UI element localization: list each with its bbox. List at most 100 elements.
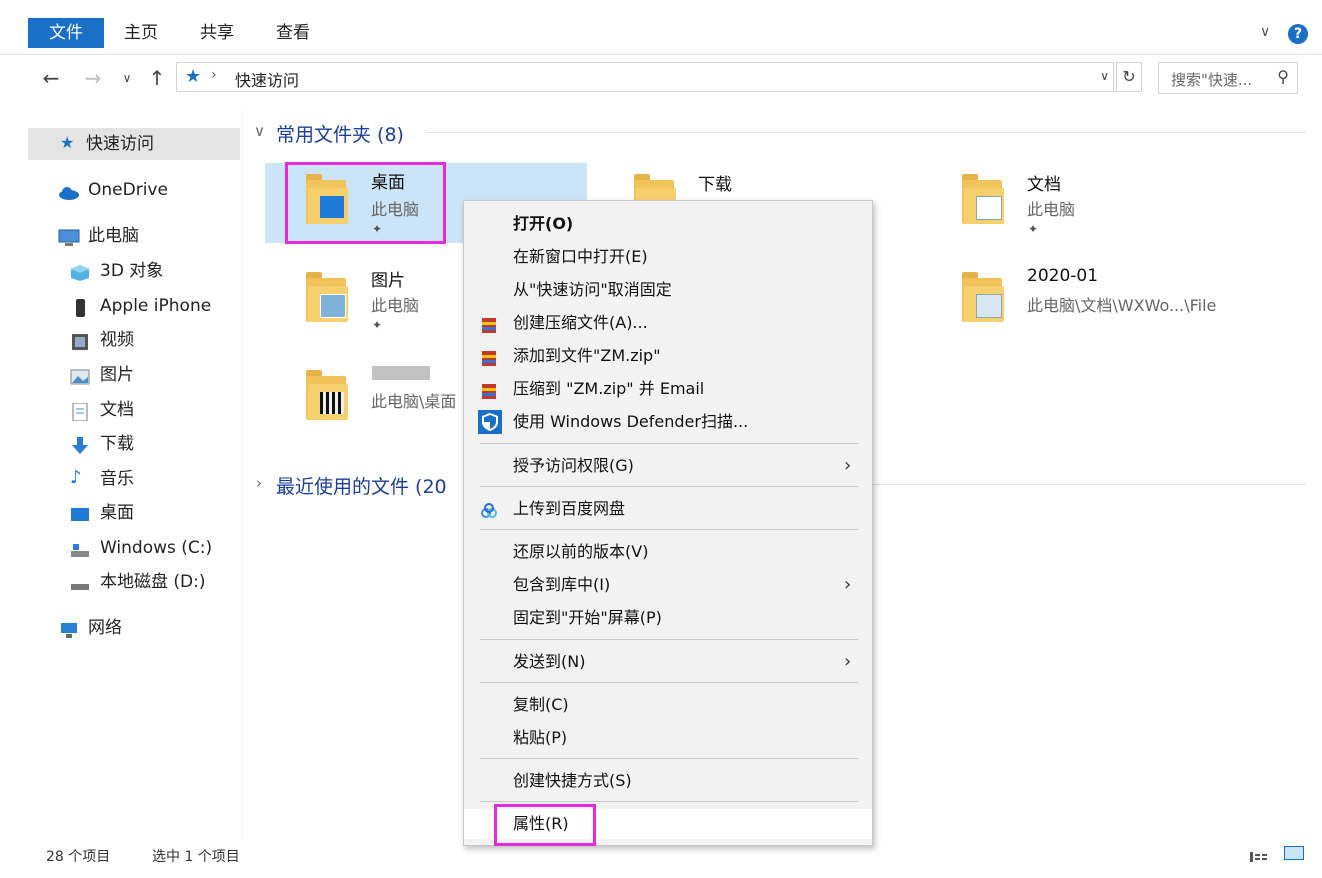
sidebar-item-label: 3D 对象 — [100, 261, 164, 281]
menu-item-label: 创建快捷方式(S) — [513, 771, 632, 790]
chevron-right-icon[interactable]: › — [256, 474, 262, 492]
search-icon[interactable]: ⚲ — [1277, 67, 1289, 86]
folder-icon[interactable] — [962, 272, 1004, 322]
sidebar-item-local-disk-d[interactable]: 本地磁盘 (D:) — [70, 566, 206, 598]
menu-item-label: 从"快速访问"取消固定 — [513, 280, 672, 299]
tile-name[interactable]: 文档 — [1027, 170, 1061, 195]
tab-share[interactable]: 共享 — [200, 18, 234, 48]
music-note-icon: ♪ — [70, 467, 82, 488]
sidebar-item-this-pc[interactable]: 此电脑 — [58, 220, 139, 252]
menu-item-send-to[interactable]: 发送到(N) › — [464, 647, 872, 677]
group-header-frequent-folders[interactable]: 常用文件夹 (8) — [276, 120, 404, 147]
sidebar-item-onedrive[interactable]: OneDrive — [58, 174, 168, 206]
ribbon-expand-icon[interactable]: ∨ — [1260, 24, 1270, 40]
folder-icon[interactable] — [306, 272, 348, 322]
tile-name[interactable]: 2020-01 — [1027, 266, 1098, 286]
sidebar-item-music[interactable]: ♪ 音乐 — [70, 463, 134, 495]
menu-item-defender-scan[interactable]: 使用 Windows Defender扫描... — [464, 407, 872, 437]
winrar-icon — [480, 380, 498, 399]
chevron-down-icon[interactable]: ∨ — [1100, 69, 1109, 83]
sidebar-item-windows-c[interactable]: Windows (C:) — [70, 532, 212, 564]
menu-item-pin-start[interactable]: 固定到"开始"屏幕(P) — [464, 603, 872, 633]
folder-icon[interactable] — [306, 370, 348, 420]
menu-separator — [480, 801, 858, 802]
help-icon[interactable]: ? — [1288, 24, 1308, 44]
tile-location: 此电脑\桌面 — [371, 392, 457, 411]
menu-item-open-new-window[interactable]: 在新窗口中打开(E) — [464, 242, 872, 272]
tab-view[interactable]: 查看 — [276, 18, 310, 48]
cloud-icon — [58, 180, 80, 200]
menu-item-create-archive[interactable]: 创建压缩文件(A)... — [464, 308, 872, 338]
address-bar[interactable]: ★ › 快速访问 ∨ — [176, 62, 1114, 92]
address-path[interactable]: 快速访问 — [235, 67, 299, 91]
search-input[interactable]: 搜索"快速... — [1171, 69, 1252, 90]
chevron-right-icon: › — [844, 455, 852, 476]
ribbon: 文件 主页 共享 查看 ∨ ? — [0, 0, 1322, 55]
menu-separator — [480, 682, 858, 683]
recent-locations-icon[interactable]: ∨ — [118, 64, 136, 92]
tile-location: 此电脑\文档\WXWo...\File — [1027, 296, 1217, 315]
menu-item-upload-baidu[interactable]: 上传到百度网盘 — [464, 494, 872, 524]
menu-item-grant-access[interactable]: 授予访问权限(G) › — [464, 451, 872, 481]
menu-item-unpin-quick-access[interactable]: 从"快速访问"取消固定 — [464, 275, 872, 305]
drive-icon — [70, 572, 92, 590]
sidebar-item-videos[interactable]: 视频 — [70, 324, 134, 356]
group-header-recent-files[interactable]: 最近使用的文件 (20 — [276, 472, 447, 499]
quick-access-star-icon: ★ — [185, 66, 202, 87]
menu-item-include-library[interactable]: 包含到库中(I) › — [464, 570, 872, 600]
sidebar-item-label: 桌面 — [100, 503, 134, 523]
sidebar-item-network[interactable]: 网络 — [58, 612, 122, 644]
large-icons-view-icon[interactable] — [1284, 846, 1304, 860]
up-arrow-icon[interactable]: ↑ — [144, 64, 170, 92]
tab-home[interactable]: 主页 — [124, 18, 158, 48]
back-arrow-icon[interactable]: ← — [38, 64, 64, 92]
sidebar-item-quick-access[interactable]: ★ 快速访问 — [28, 128, 240, 160]
sidebar-item-label: 网络 — [88, 618, 122, 638]
tab-file[interactable]: 文件 — [28, 18, 104, 48]
menu-item-restore-versions[interactable]: 还原以前的版本(V) — [464, 537, 872, 567]
sidebar-item-apple-iphone[interactable]: Apple iPhone — [70, 290, 211, 322]
menu-item-label: 使用 Windows Defender扫描... — [513, 412, 749, 431]
menu-item-label: 发送到(N) — [513, 652, 586, 671]
sidebar-item-label: 图片 — [100, 365, 134, 385]
menu-item-copy[interactable]: 复制(C) — [464, 690, 872, 720]
baidu-netdisk-icon — [480, 500, 498, 518]
sidebar-item-label: 下载 — [100, 434, 134, 454]
tile-name[interactable]: 下载 — [698, 170, 732, 195]
sidebar-item-documents[interactable]: 文档 — [70, 394, 134, 426]
tile-name[interactable]: 图片 — [371, 266, 405, 291]
chevron-down-icon[interactable]: ∨ — [254, 122, 265, 140]
menu-item-open[interactable]: 打开(O) — [464, 209, 872, 239]
status-selected-count: 选中 1 个项目 — [152, 849, 240, 865]
details-view-icon[interactable] — [1250, 848, 1274, 862]
menu-separator — [480, 443, 858, 444]
context-menu: 打开(O) 在新窗口中打开(E) 从"快速访问"取消固定 创建压缩文件(A)..… — [463, 200, 873, 846]
group-divider — [872, 484, 1306, 485]
folder-icon[interactable] — [962, 174, 1004, 224]
blurred-tile-name — [372, 366, 430, 380]
menu-item-label: 粘贴(P) — [513, 728, 568, 747]
sidebar-item-3d-objects[interactable]: 3D 对象 — [70, 255, 163, 287]
sidebar-item-label: Windows (C:) — [100, 538, 213, 558]
menu-item-label: 还原以前的版本(V) — [513, 542, 649, 561]
sidebar-item-label: Apple iPhone — [100, 296, 212, 316]
forward-arrow-icon[interactable]: → — [80, 64, 106, 92]
menu-item-compress-email[interactable]: 压缩到 "ZM.zip" 并 Email — [464, 374, 872, 404]
menu-item-label: 添加到文件"ZM.zip" — [513, 346, 661, 365]
sidebar-item-downloads[interactable]: 下载 — [70, 428, 134, 460]
menu-item-label: 上传到百度网盘 — [513, 499, 626, 518]
sidebar-item-pictures[interactable]: 图片 — [70, 359, 134, 391]
refresh-icon[interactable]: ↻ — [1116, 62, 1142, 92]
menu-item-add-to-zip[interactable]: 添加到文件"ZM.zip" — [464, 341, 872, 371]
menu-separator — [480, 639, 858, 640]
menu-item-create-shortcut[interactable]: 创建快捷方式(S) — [464, 766, 872, 796]
sidebar-item-desktop[interactable]: 桌面 — [70, 497, 134, 529]
chevron-right-icon[interactable]: › — [211, 67, 217, 83]
search-box[interactable]: 搜索"快速... ⚲ — [1158, 62, 1298, 94]
system-drive-icon — [70, 538, 92, 557]
pin-icon: ✦ — [372, 318, 383, 332]
highlight-box-desktop — [285, 162, 446, 244]
menu-separator — [480, 758, 858, 759]
menu-item-paste[interactable]: 粘贴(P) — [464, 723, 872, 753]
menu-item-label: 压缩到 "ZM.zip" 并 Email — [513, 379, 705, 398]
